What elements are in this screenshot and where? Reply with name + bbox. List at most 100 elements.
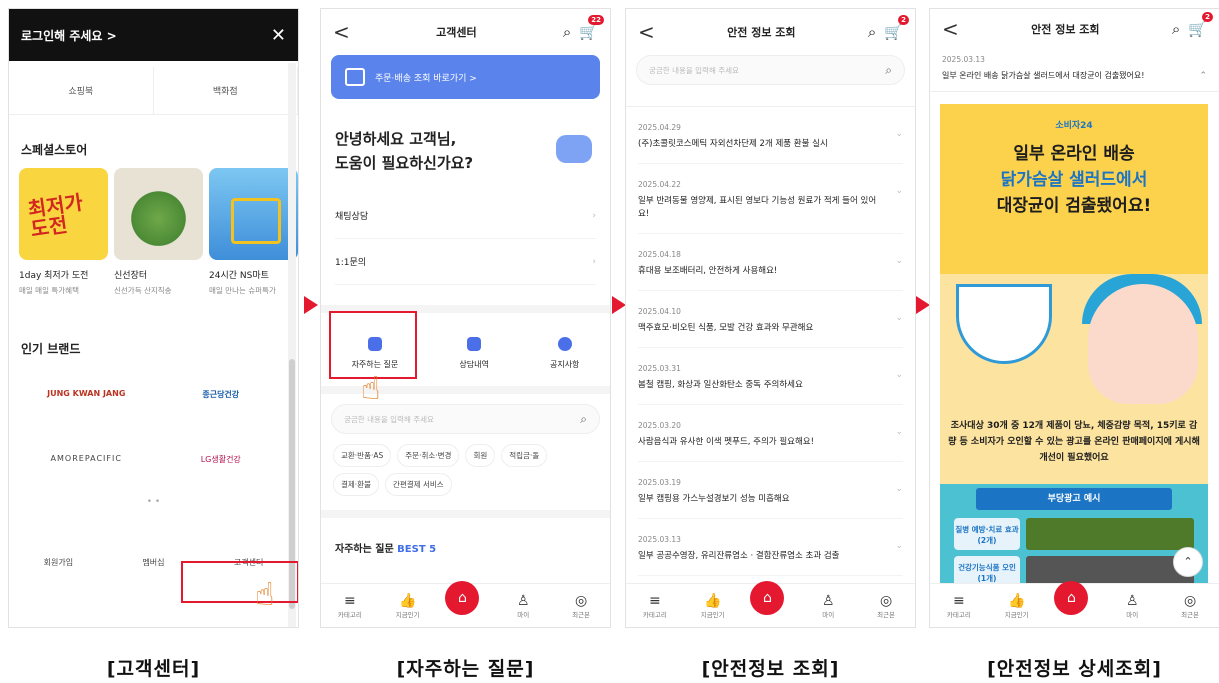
notice-button[interactable]: 공지사항 — [550, 337, 579, 370]
nav-category[interactable]: ≡ 카테고리 — [635, 593, 675, 619]
chevron-down-icon[interactable]: ⌄ — [895, 256, 903, 266]
chevron-right-icon: › — [592, 256, 596, 267]
tab-shopping-book[interactable]: 쇼핑북 — [9, 67, 154, 114]
close-icon[interactable]: ✕ — [271, 25, 286, 46]
category-chip[interactable]: 교환·반품·AS — [333, 444, 392, 467]
nav-recent[interactable]: ◎ 최근본 — [1170, 593, 1210, 619]
carousel-dots: • • — [146, 497, 161, 507]
page-title: 안전 정보 조회 — [1031, 23, 1100, 36]
nav-home[interactable]: ⌂ — [445, 580, 485, 615]
list-item[interactable]: 2025.04.10 맥주효모·비오틴 식품, 모발 건강 효과와 무관해요 ⌄ — [638, 291, 903, 348]
category-chip[interactable]: 적립금·돌 — [501, 444, 548, 467]
nav-category[interactable]: ≡ 카테고리 — [330, 593, 370, 619]
ad-example-row: 질병 예방·치료 효과(2개) — [954, 518, 1194, 550]
menu-label: 채팅상담 — [335, 212, 369, 222]
search-icon[interactable]: ⌕ — [1172, 20, 1180, 38]
chevron-down-icon[interactable]: ⌄ — [895, 313, 903, 323]
item-title: 사람음식과 유사한 이색 펫푸드, 주의가 필요해요! — [638, 437, 815, 447]
chevron-down-icon[interactable]: ⌄ — [895, 541, 903, 551]
nav-label: 최근본 — [877, 610, 896, 619]
chevron-down-icon[interactable]: ⌄ — [895, 484, 903, 494]
person-icon: ♙ — [1126, 592, 1139, 609]
search-icon[interactable]: ⌕ — [885, 63, 892, 78]
special-store-list: 최저가 도전 1day 최저가 도전 매일 매일 특가혜택 신선장터 신선가득 … — [9, 168, 298, 296]
nav-popular[interactable]: 👍 지금인기 — [388, 593, 428, 619]
nav-my[interactable]: ♙ 마이 — [1112, 593, 1152, 619]
nav-category[interactable]: ≡ 카테고리 — [939, 593, 979, 619]
card-name: 1day 최저가 도전 — [19, 271, 89, 281]
safety-poster-image: 소비자24 일부 온라인 배송 닭가슴살 샐러드에서 대장균이 검출됐어요! 조… — [940, 104, 1208, 590]
nav-popular[interactable]: 👍 지금인기 — [693, 593, 733, 619]
safety-info-list-screen: < 안전 정보 조회 ⌕ 🛒 2 궁금한 내용을 입력해 주세요 ⌕ 2025.… — [625, 8, 916, 628]
search-icon[interactable]: ⌕ — [868, 23, 876, 41]
special-card[interactable]: 24시간 NS마트 매일 만나는 슈퍼특가 — [209, 168, 298, 296]
chevron-up-icon[interactable]: ⌃ — [1199, 71, 1207, 81]
scroll-top-button[interactable]: ⌃ — [1173, 547, 1203, 577]
chevron-down-icon[interactable]: ⌄ — [895, 370, 903, 380]
login-header[interactable]: 로그인해 주세요 > ✕ — [9, 9, 298, 61]
back-icon[interactable]: < — [638, 20, 655, 44]
nav-recent[interactable]: ◎ 최근본 — [866, 593, 906, 619]
list-item[interactable]: 2025.03.19 일부 캠핑용 가스누설경보기 성능 미흡해요 ⌄ — [638, 462, 903, 519]
card-sub: 매일 만나는 슈퍼특가 — [209, 286, 276, 295]
special-card[interactable]: 최저가 도전 1day 최저가 도전 매일 매일 특가혜택 — [19, 168, 108, 296]
inquiry-row[interactable]: 1:1문의 › — [335, 239, 596, 285]
list-item[interactable]: 2025.03.13 일부 공공수영장, 유리잔류염소 · 결합잔류염소 초과 검… — [638, 519, 903, 576]
brand-logo[interactable]: JUNG KWAN JANG — [19, 389, 154, 400]
login-prompt[interactable]: 로그인해 주세요 > — [21, 27, 117, 44]
brand-logo[interactable]: AMOREPACIFIC — [19, 454, 154, 465]
signup-link[interactable]: 회원가입 — [44, 557, 73, 568]
back-icon[interactable]: < — [333, 20, 350, 44]
category-chip[interactable]: 간편결제 서비스 — [384, 473, 452, 496]
step-arrow-icon — [612, 296, 626, 314]
chat-consult-row[interactable]: 채팅상담 › — [335, 193, 596, 239]
menu-drawer-screen: 로그인해 주세요 > ✕ 쇼핑북 백화점 스페셜스토어 최저가 도전 1day … — [8, 8, 299, 628]
best-prefix: 자주하는 질문 — [335, 544, 398, 555]
chevron-down-icon[interactable]: ⌄ — [895, 186, 903, 196]
list-item[interactable]: 2025.04.29 (주)초콜릿코스메틱 자외선차단제 2개 제품 환불 실시 ⌄ — [638, 107, 903, 164]
brand-logo[interactable]: 종근당건강 — [154, 389, 289, 400]
category-chip[interactable]: 회원 — [465, 444, 496, 467]
special-card[interactable]: 신선장터 신선가득 산지직송 — [114, 168, 203, 296]
back-icon[interactable]: < — [942, 17, 959, 41]
list-item[interactable]: 2025.03.31 봄철 캠핑, 화상과 일산화탄소 중독 주의하세요 ⌄ — [638, 348, 903, 405]
category-chip[interactable]: 결제·환불 — [333, 473, 379, 496]
poster-body: 조사대상 30개 중 12개 제품이 당뇨, 체중감량 목적, 15키로 감량 … — [948, 421, 1200, 463]
chevron-down-icon[interactable]: ⌄ — [895, 129, 903, 139]
order-tracking-banner[interactable]: 주문·배송 조회 바로가기 > — [331, 55, 600, 99]
search-icon[interactable]: ⌕ — [563, 23, 571, 41]
scrollbar[interactable] — [288, 63, 296, 627]
consult-history-button[interactable]: 상담내역 — [459, 337, 489, 370]
nav-home[interactable]: ⌂ — [1054, 580, 1094, 615]
nav-home[interactable]: ⌂ — [750, 580, 790, 615]
nav-my[interactable]: ♙ 마이 — [808, 593, 848, 619]
list-item[interactable]: 2025.04.18 휴대용 보조배터리, 안전하게 사용해요! ⌄ — [638, 234, 903, 291]
safety-search-input[interactable]: 궁금한 내용을 입력해 주세요 ⌕ — [636, 55, 905, 85]
nav-recent[interactable]: ◎ 최근본 — [561, 593, 601, 619]
item-title: 일부 반려동물 영양제, 표시된 영보다 기능성 원료가 적게 들어 있어요! — [638, 196, 877, 219]
list-item[interactable]: 2025.03.20 사람음식과 유사한 이색 펫푸드, 주의가 필요해요! ⌄ — [638, 405, 903, 462]
brand-logo[interactable]: LG생활건강 — [154, 454, 289, 465]
cart-badge: 22 — [588, 15, 604, 25]
quick-label: 공지사항 — [549, 360, 580, 369]
chevron-down-icon[interactable]: ⌄ — [895, 427, 903, 437]
item-title: 일부 공공수영장, 유리잔류염소 · 결합잔류염소 초과 검출 — [638, 551, 840, 561]
cart-icon[interactable]: 🛒 — [579, 23, 598, 41]
cart-icon[interactable]: 🛒 — [884, 23, 903, 41]
detail-date: 2025.03.13 — [942, 55, 985, 64]
menu-icon: ≡ — [953, 592, 965, 609]
bottom-nav: ≡ 카테고리 👍 지금인기 ⌂ ♙ 마이 ◎ 최근본 — [321, 580, 610, 627]
nav-label: 마이 — [1126, 610, 1139, 619]
category-chip[interactable]: 주문·취소·변경 — [397, 444, 460, 467]
list-item[interactable]: 2025.04.22 일부 반려동물 영양제, 표시된 영보다 기능성 원료가 적… — [638, 164, 903, 234]
greeting: 안녕하세요 고객님, 도움이 필요하신가요? — [321, 99, 610, 175]
nav-popular[interactable]: 👍 지금인기 — [997, 593, 1037, 619]
tab-department-store[interactable]: 백화점 — [154, 67, 298, 114]
nav-my[interactable]: ♙ 마이 — [503, 593, 543, 619]
faq-search-input[interactable]: 궁금한 내용을 입력해 주세요 ⌕ — [331, 404, 600, 434]
detail-header[interactable]: 2025.03.13 일부 온라인 배송 닭가슴살 샐러드에서 대장균이 검출됐… — [930, 49, 1219, 92]
cart-icon[interactable]: 🛒 — [1188, 20, 1207, 38]
membership-link[interactable]: 멤버십 — [142, 557, 164, 568]
fresh-market-thumbnail — [114, 168, 203, 260]
search-icon[interactable]: ⌕ — [580, 412, 587, 427]
